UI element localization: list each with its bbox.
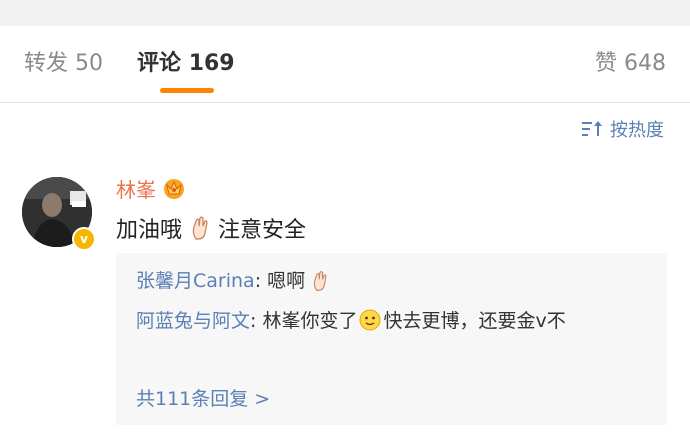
reply-item: 张馨月Carina : 嗯啊	[136, 267, 329, 295]
reply-username[interactable]: 张馨月Carina	[136, 267, 255, 295]
reply-text: 嗯啊	[267, 270, 306, 292]
active-tab-indicator	[160, 88, 214, 93]
tab-comments[interactable]: 评论 169	[137, 48, 235, 80]
username-row: 林峯	[116, 173, 186, 203]
tab-comments-label: 评论	[137, 51, 182, 76]
comment-text-part1: 加油哦	[116, 218, 183, 243]
tab-repost[interactable]: 转发 50	[24, 48, 103, 80]
member-crown-icon	[164, 179, 184, 199]
reply-text-part2: 快去更博，还要金v不	[383, 310, 566, 332]
sort-by-hot-button[interactable]: 按热度	[582, 116, 664, 142]
reply-separator: :	[250, 310, 263, 332]
sort-label: 按热度	[610, 120, 664, 141]
tab-likes-count: 648	[624, 51, 666, 76]
tab-repost-count: 50	[75, 51, 104, 76]
top-separator	[0, 0, 690, 26]
reply-username[interactable]: 阿蓝兔与阿文	[136, 310, 250, 332]
comment-username[interactable]: 林峯	[116, 174, 156, 203]
verified-v-icon: v	[72, 227, 96, 251]
tab-likes[interactable]: 赞 648	[595, 48, 666, 80]
replies-box: 张馨月Carina : 嗯啊 阿蓝兔与阿文: 林峯你变了 快去更博，还要金v不 共…	[116, 253, 667, 425]
sort-icon	[582, 121, 602, 136]
comment-item: v 林峯 加油哦 注意安全 张馨月Carina : 嗯啊 阿蓝兔与阿文: 林峯你…	[0, 165, 690, 440]
tab-comments-count: 169	[188, 51, 235, 76]
comment-text-part2: 注意安全	[218, 218, 307, 243]
tab-repost-label: 转发	[24, 51, 69, 76]
tab-bar: 转发 50 评论 169 赞 648	[0, 26, 690, 103]
comment-text: 加油哦 注意安全	[116, 211, 306, 245]
hand-gesture-emoji	[192, 216, 208, 240]
more-replies-link[interactable]: 共111条回复 >	[136, 385, 270, 413]
reply-item: 阿蓝兔与阿文: 林峯你变了 快去更博，还要金v不	[136, 307, 656, 335]
reply-text-part1: 林峯你变了	[262, 310, 358, 332]
face-emoji	[359, 309, 381, 331]
reply-separator: :	[254, 270, 268, 292]
hand-gesture-emoji	[314, 271, 327, 291]
tab-likes-label: 赞	[594, 51, 617, 76]
